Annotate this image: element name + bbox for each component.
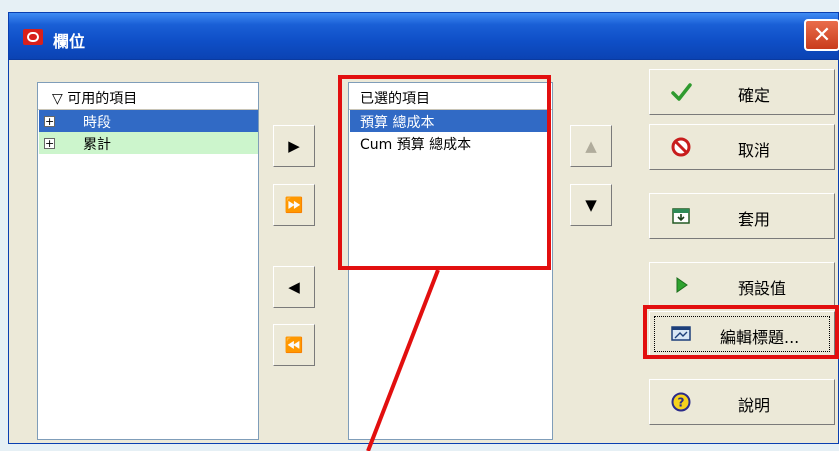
callout-pointer-line bbox=[366, 269, 440, 451]
